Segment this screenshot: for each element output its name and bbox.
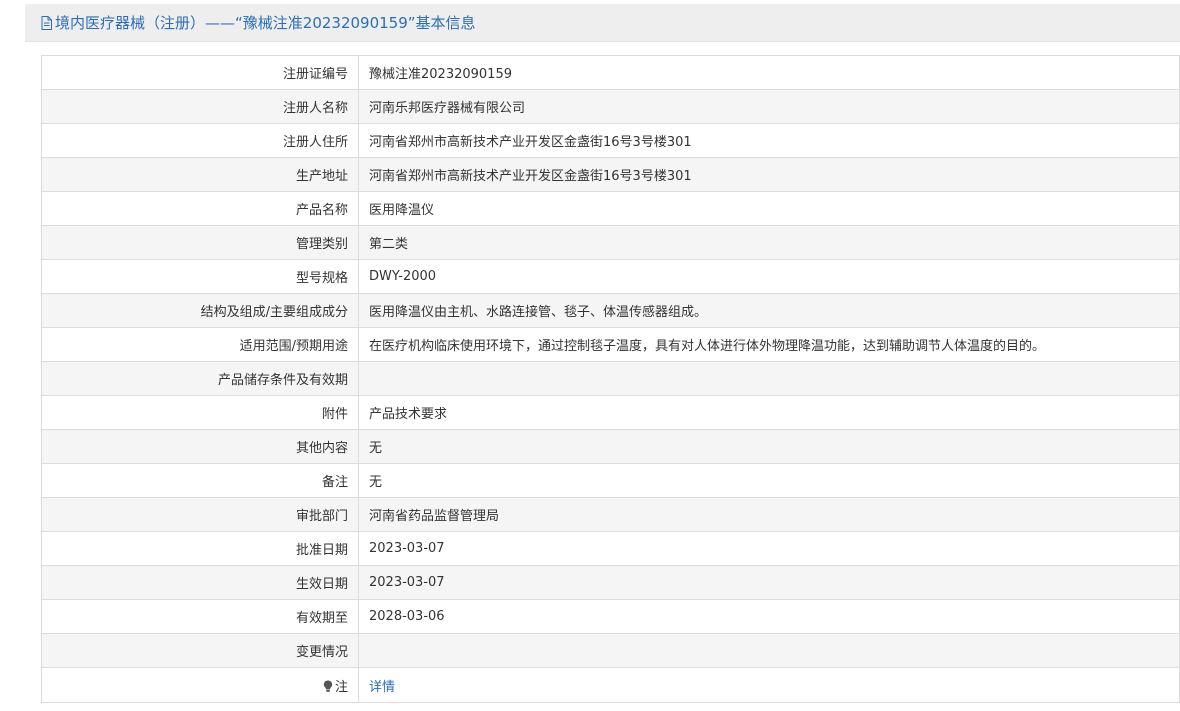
row-value: DWY-2000 [358, 259, 1180, 294]
row-label: 产品储存条件及有效期 [41, 361, 359, 396]
row-value: 在医疗机构临床使用环境下，通过控制毯子温度，具有对人体进行体外物理降温功能，达到… [358, 327, 1180, 362]
row-value: 无 [358, 429, 1180, 464]
row-label: 生效日期 [41, 565, 359, 600]
row-value: 河南省郑州市高新技术产业开发区金盏街16号3号楼301 [358, 157, 1180, 192]
table-row-production-address: 生产地址 河南省郑州市高新技术产业开发区金盏街16号3号楼301 [41, 157, 1180, 192]
note-label: 注 [334, 679, 348, 695]
row-value: 豫械注准20232090159 [358, 55, 1180, 90]
row-value: 河南省药品监督管理局 [358, 497, 1180, 532]
row-label: 注册人住所 [41, 123, 359, 158]
row-label: 有效期至 [41, 599, 359, 634]
table-row-registrant-name: 注册人名称 河南乐邦医疗器械有限公司 [41, 89, 1180, 124]
row-label: 备注 [41, 463, 359, 498]
row-value: 河南省郑州市高新技术产业开发区金盏街16号3号楼301 [358, 123, 1180, 158]
row-label: 附件 [41, 395, 359, 430]
table-row-effective-date: 生效日期 2023-03-07 [41, 565, 1180, 600]
row-label: 审批部门 [41, 497, 359, 532]
row-label: 结构及组成/主要组成成分 [41, 293, 359, 328]
details-link[interactable]: 详情 [369, 680, 395, 695]
row-value: 第二类 [358, 225, 1180, 260]
table-row-management-category: 管理类别 第二类 [41, 225, 1180, 260]
info-panel: 境内医疗器械（注册）——“豫械注准20232090159”基本信息 注册证编号 … [25, 0, 1180, 711]
row-label: 其他内容 [41, 429, 359, 464]
row-label: 变更情况 [41, 633, 359, 668]
table-row-model-spec: 型号规格 DWY-2000 [41, 259, 1180, 294]
table-row-other-content: 其他内容 无 [41, 429, 1180, 464]
table-row-approval-date: 批准日期 2023-03-07 [41, 531, 1180, 566]
basic-info-table: 注册证编号 豫械注准20232090159 注册人名称 河南乐邦医疗器械有限公司… [41, 55, 1180, 703]
row-value: 医用降温仪由主机、水路连接管、毯子、体温传感器组成。 [358, 293, 1180, 328]
table-row-note: 注 详情 [41, 667, 1180, 703]
table-row-storage-validity: 产品储存条件及有效期 [41, 361, 1180, 396]
table-row-product-name: 产品名称 医用降温仪 [41, 191, 1180, 226]
row-value [358, 633, 1180, 668]
row-value: 产品技术要求 [358, 395, 1180, 430]
table-row-approval-department: 审批部门 河南省药品监督管理局 [41, 497, 1180, 532]
row-value: 无 [358, 463, 1180, 498]
row-label: 产品名称 [41, 191, 359, 226]
table-row-valid-until: 有效期至 2028-03-06 [41, 599, 1180, 634]
row-label: 注册人名称 [41, 89, 359, 124]
row-label: 批准日期 [41, 531, 359, 566]
document-icon [41, 15, 52, 30]
row-label: 注册证编号 [41, 55, 359, 90]
note-label-cell: 注 [41, 667, 359, 703]
row-value: 河南乐邦医疗器械有限公司 [358, 89, 1180, 124]
lightbulb-icon [323, 680, 333, 692]
table-row-registration-number: 注册证编号 豫械注准20232090159 [41, 55, 1180, 90]
table-row-registrant-address: 注册人住所 河南省郑州市高新技术产业开发区金盏街16号3号楼301 [41, 123, 1180, 158]
page-title: 境内医疗器械（注册）——“豫械注准20232090159”基本信息 [55, 14, 476, 32]
table-row-change-status: 变更情况 [41, 633, 1180, 668]
row-label: 生产地址 [41, 157, 359, 192]
table-row-attachment: 附件 产品技术要求 [41, 395, 1180, 430]
note-value-cell: 详情 [358, 667, 1180, 703]
basic-info-table-body: 注册证编号 豫械注准20232090159 注册人名称 河南乐邦医疗器械有限公司… [41, 55, 1180, 703]
row-label: 适用范围/预期用途 [41, 327, 359, 362]
row-value: 2023-03-07 [358, 565, 1180, 600]
row-label: 管理类别 [41, 225, 359, 260]
table-row-structure-composition: 结构及组成/主要组成成分 医用降温仪由主机、水路连接管、毯子、体温传感器组成。 [41, 293, 1180, 328]
table-row-remarks: 备注 无 [41, 463, 1180, 498]
row-value: 医用降温仪 [358, 191, 1180, 226]
row-value: 2028-03-06 [358, 599, 1180, 634]
panel-heading: 境内医疗器械（注册）——“豫械注准20232090159”基本信息 [25, 4, 1180, 42]
page: 境内医疗器械（注册）——“豫械注准20232090159”基本信息 注册证编号 … [0, 0, 1180, 711]
row-label: 型号规格 [41, 259, 359, 294]
row-value [358, 361, 1180, 396]
row-value: 2023-03-07 [358, 531, 1180, 566]
table-row-scope-intended-use: 适用范围/预期用途 在医疗机构临床使用环境下，通过控制毯子温度，具有对人体进行体… [41, 327, 1180, 362]
